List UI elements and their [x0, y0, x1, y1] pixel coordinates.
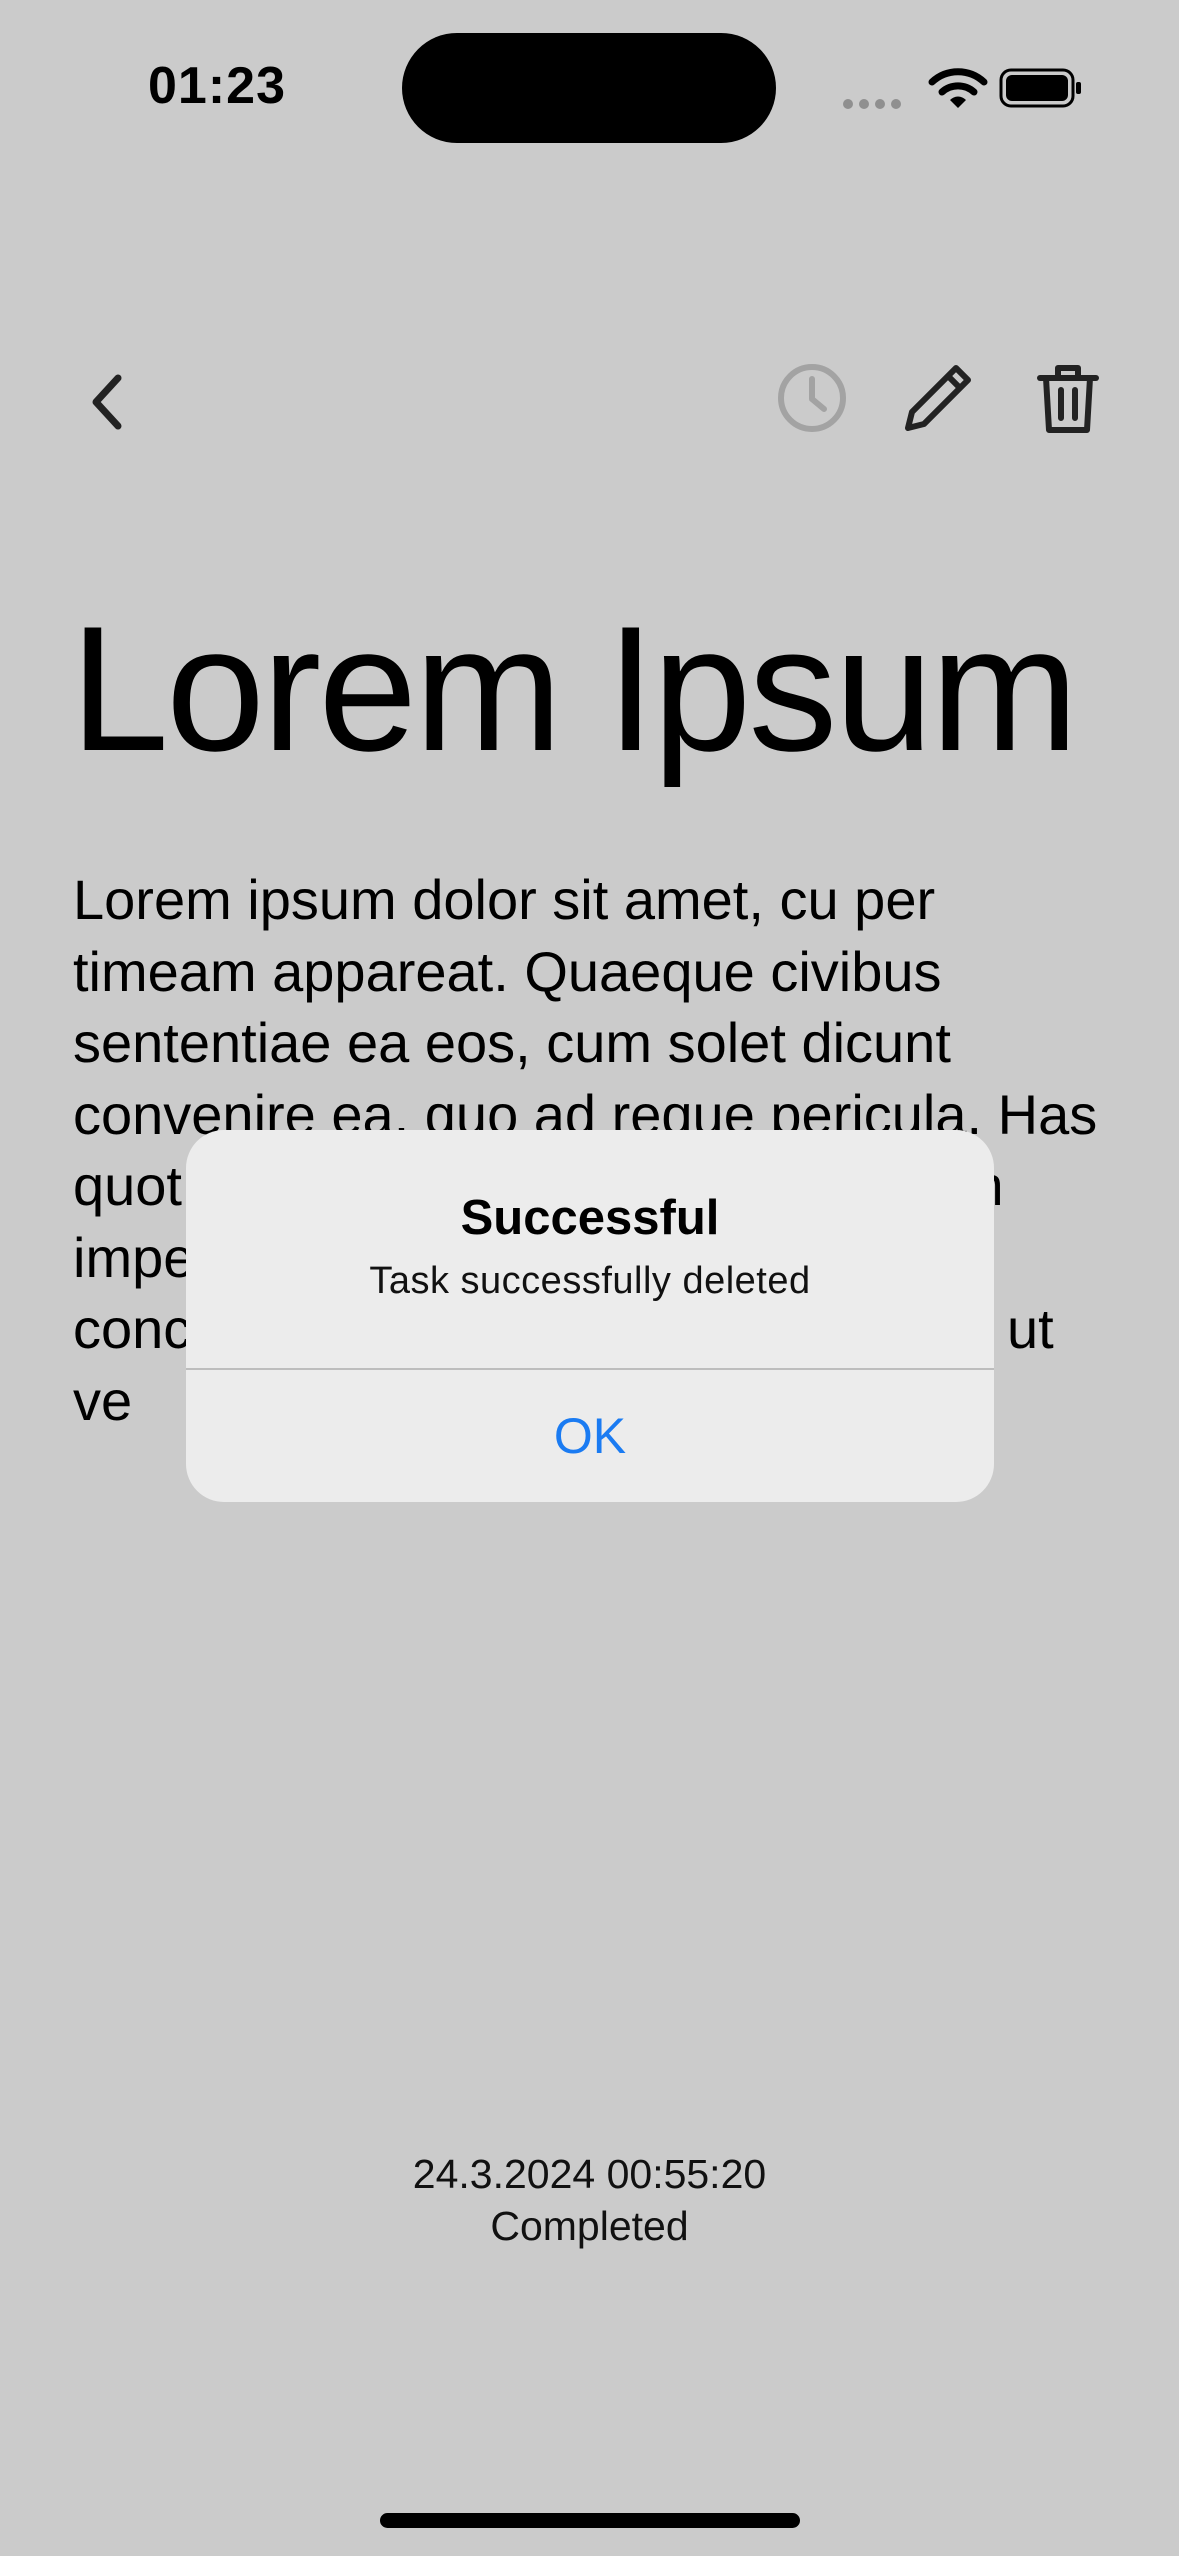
task-status: Completed [490, 2203, 689, 2249]
status-icons [843, 60, 1083, 116]
dynamic-island [402, 33, 776, 143]
task-title: Lorem Ipsum [70, 589, 1079, 788]
task-meta: 24.3.2024 00:55:20 Completed [0, 2148, 1179, 2252]
alert-dialog: Successful Task successfully deleted OK [186, 1130, 994, 1502]
signal-dots-icon [843, 96, 907, 114]
home-indicator [380, 2513, 800, 2528]
pencil-icon[interactable] [898, 358, 978, 438]
wifi-icon [928, 68, 988, 108]
status-time: 01:23 [148, 57, 286, 115]
alert-message: Task successfully deleted [369, 1260, 811, 1302]
trash-icon[interactable] [1028, 358, 1108, 438]
alert-ok-button[interactable]: OK [186, 1370, 994, 1502]
chevron-left-icon[interactable] [82, 370, 132, 434]
clock-icon[interactable] [772, 358, 852, 438]
battery-icon [999, 68, 1081, 108]
alert-title: Successful [460, 1191, 720, 1245]
task-date: 24.3.2024 00:55:20 [412, 2151, 767, 2197]
